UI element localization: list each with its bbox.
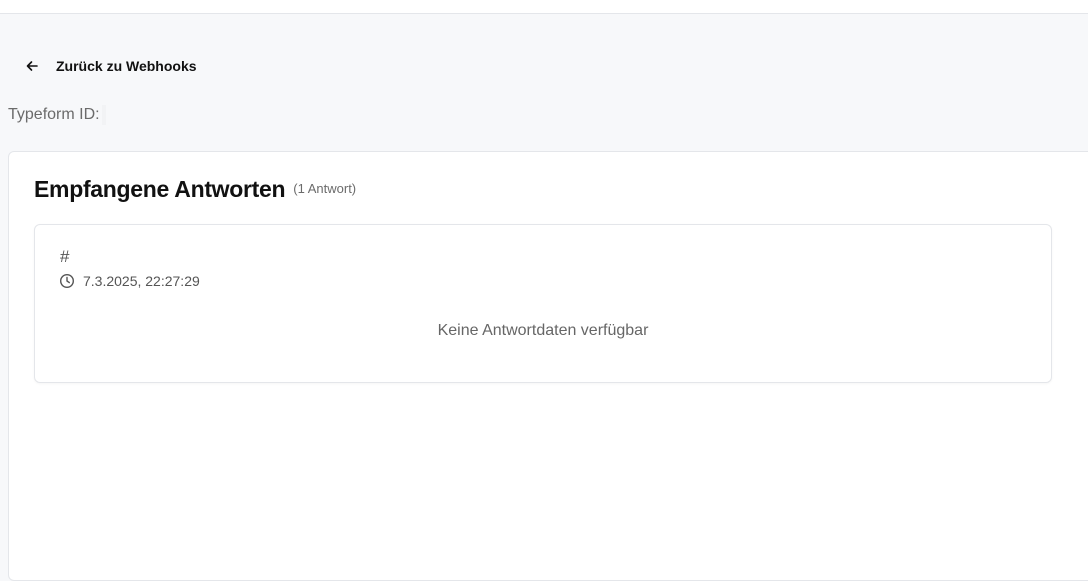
response-timestamp-row: 7.3.2025, 22:27:29 (59, 273, 200, 289)
typeform-id-label: Typeform ID: (8, 106, 100, 123)
responses-title: Empfangene Antworten (34, 176, 286, 202)
top-bar (0, 0, 1088, 14)
responses-card-header: Empfangene Antworten (1 Antwort) (34, 176, 356, 203)
responses-count: (1 Antwort) (293, 181, 357, 196)
responses-card: Empfangene Antworten (1 Antwort) # 7.3.2… (8, 151, 1088, 581)
back-link-label: Zurück zu Webhooks (56, 58, 197, 74)
response-timestamp: 7.3.2025, 22:27:29 (83, 273, 200, 289)
arrow-left-icon (24, 58, 40, 74)
response-id: # (60, 247, 70, 266)
empty-response-message: Keine Antwortdaten verfügbar (437, 322, 649, 339)
clock-icon (59, 273, 75, 289)
back-to-webhooks-link[interactable]: Zurück zu Webhooks (24, 56, 197, 76)
response-item: # 7.3.2025, 22:27:29 Keine Antwortdaten … (34, 224, 1052, 383)
typeform-id-row: Typeform ID: (8, 105, 106, 125)
typeform-id-value (101, 105, 106, 125)
